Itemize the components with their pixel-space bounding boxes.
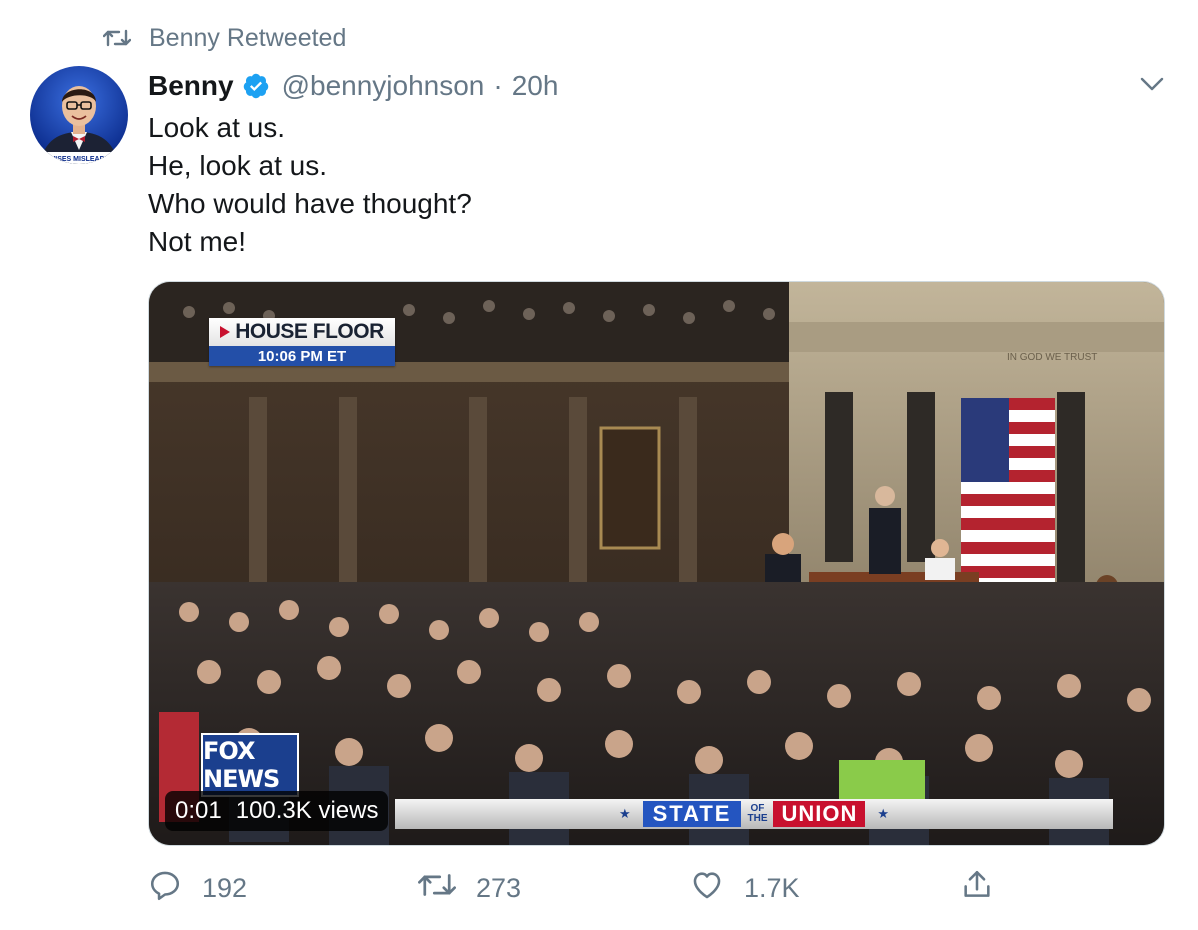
heart-icon	[690, 868, 724, 909]
banner-left-word: STATE	[642, 801, 742, 827]
flag-inscription: IN GOD WE TRUST	[1007, 352, 1097, 363]
avatar[interactable]: DEVISES MISLEADING	[30, 66, 128, 164]
video-frame: IN GOD WE TRUST	[149, 282, 1164, 845]
reply-button[interactable]: 192	[148, 866, 247, 910]
star-icon: ★	[877, 806, 890, 821]
like-count: 1.7K	[744, 872, 800, 903]
tweet-text-line: Look at us.	[148, 112, 285, 143]
tweet-text-line: Not me!	[148, 226, 247, 257]
reply-count: 192	[202, 872, 248, 903]
retweet-icon	[103, 27, 131, 49]
chyron-play-icon	[220, 326, 231, 338]
chyron-house-floor: HOUSE FLOOR 10:06 PM ET	[209, 318, 395, 366]
banner-connector-bottom: THE	[747, 813, 768, 824]
state-of-the-union-banner: ★ STATE OF THE UNION ★	[395, 799, 1113, 829]
view-count: 100.3K views	[235, 797, 379, 824]
share-button[interactable]	[960, 866, 994, 910]
retweet-count: 273	[476, 872, 522, 903]
retweet-icon	[418, 869, 456, 908]
retweet-context-text[interactable]: Benny Retweeted	[149, 24, 346, 53]
retweet-context: Benny Retweeted	[103, 22, 346, 54]
header-separator: ·	[493, 70, 503, 101]
video-info-badge: 0:01 100.3K views	[165, 791, 389, 831]
banner-right-word: UNION	[773, 801, 866, 827]
star-icon: ★	[618, 806, 631, 821]
more-options-chevron-down-icon[interactable]	[1136, 68, 1168, 100]
avatar-caption: DEVISES MISLEADING	[41, 156, 118, 163]
reply-icon	[148, 868, 182, 909]
tweet-text-line: Who would have thought?	[148, 188, 472, 219]
tweet-text-line: He, look at us.	[148, 150, 327, 181]
banner-connector: OF THE	[747, 804, 767, 824]
video-player[interactable]: IN GOD WE TRUST HOUSE FLOOR 10:06 PM ET …	[148, 281, 1165, 846]
chyron-time: 10:06 PM ET	[209, 346, 395, 366]
verified-badge-icon	[242, 72, 270, 100]
tweet-text: Look at us. He, look at us. Who would ha…	[148, 109, 472, 261]
author-name[interactable]: Benny	[148, 70, 234, 102]
retweet-button[interactable]: 273	[418, 866, 521, 910]
playback-time: 0:01	[175, 797, 222, 824]
tweet-actions: 192 273 1.7K	[148, 866, 1018, 910]
tweet-timestamp[interactable]: 20h	[512, 70, 559, 102]
chyron-title: HOUSE FLOOR	[235, 320, 384, 343]
author-handle[interactable]: @bennyjohnson	[282, 70, 485, 102]
tweet-header: Benny @bennyjohnson · 20h	[148, 66, 558, 106]
network-logo: FOX NEWS	[201, 733, 299, 797]
share-icon	[960, 868, 994, 909]
like-button[interactable]: 1.7K	[690, 866, 800, 910]
